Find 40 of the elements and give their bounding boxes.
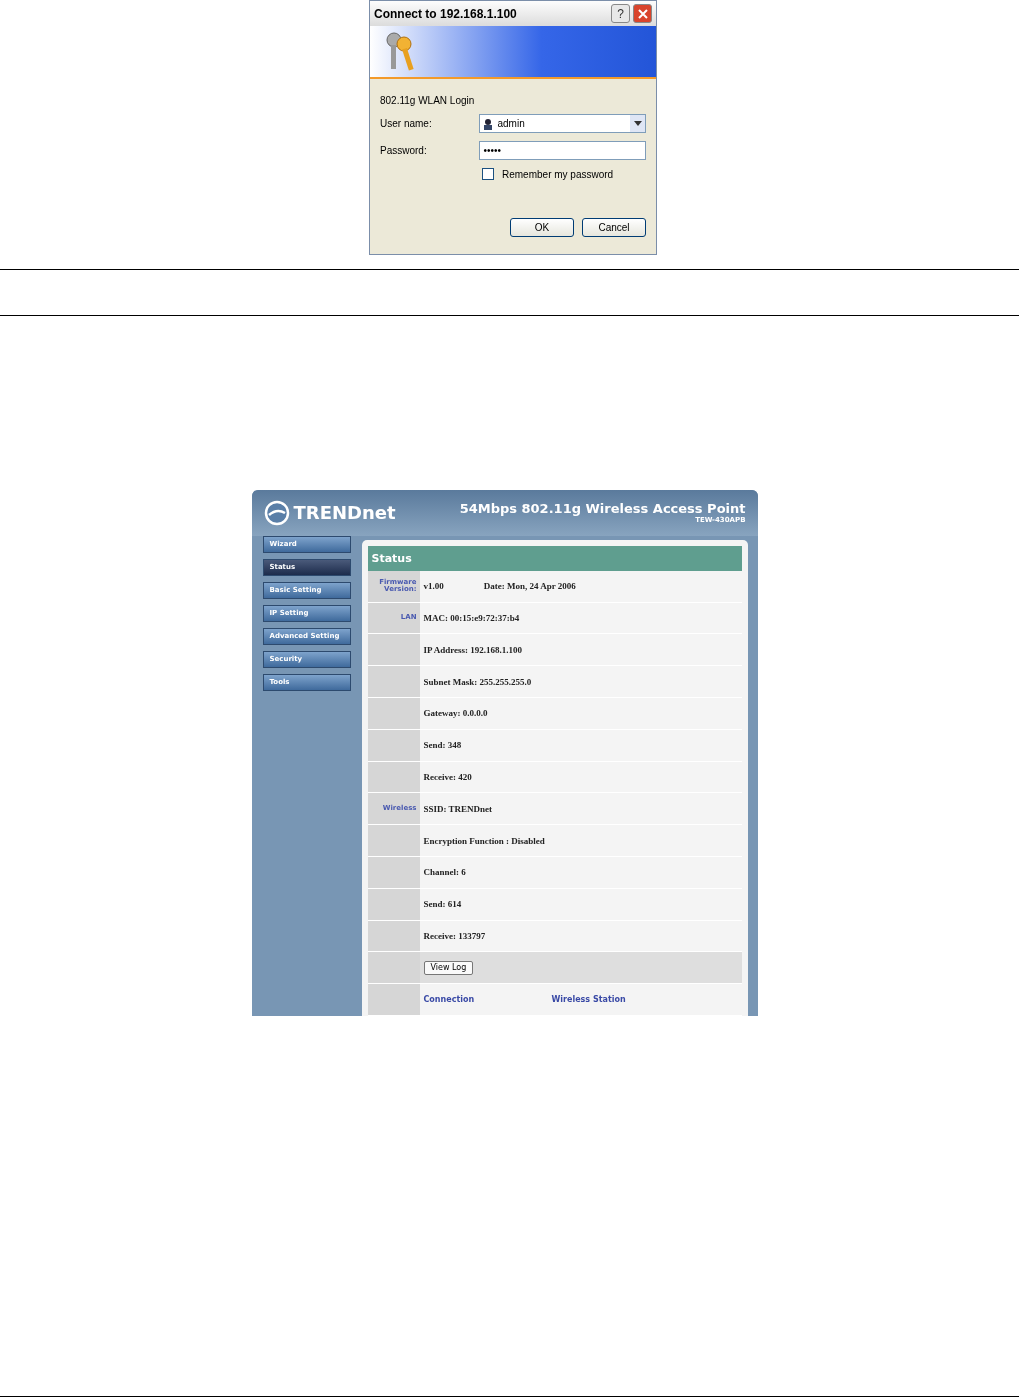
username-field[interactable]: admin: [479, 114, 646, 133]
status-value: Receive: 133797: [423, 931, 486, 941]
brand-name: TRENDnet: [293, 502, 396, 524]
status-value: Encryption Function : Disabled: [423, 835, 545, 846]
date-value: Date: Mon, 24 Apr 2006: [483, 581, 576, 592]
label-cell: [367, 857, 420, 888]
close-button[interactable]: [633, 4, 652, 23]
window-title: Connect to 192.168.1.100: [374, 6, 518, 21]
status-value: MAC: 00:15:e9:72:37:b4: [423, 613, 520, 624]
label-cell: [367, 698, 420, 729]
user-icon: [483, 117, 494, 130]
logo-icon: [263, 499, 290, 526]
username-label: User name:: [380, 118, 433, 129]
column-heading: Wireless Station: [551, 995, 626, 1005]
remember-checkbox[interactable]: [482, 168, 494, 180]
label-cell: [367, 888, 420, 920]
password-field[interactable]: •••••: [479, 141, 646, 160]
cancel-button[interactable]: Cancel: [582, 218, 646, 237]
status-value: Receive: 420: [423, 772, 472, 782]
product-title: 54Mbps 802.11g Wireless Access Point: [459, 501, 746, 517]
label-cell: [367, 920, 420, 952]
status-value: IP Address: 192.168.1.100: [423, 644, 523, 655]
login-message: 802.11g WLAN Login: [380, 95, 476, 106]
status-value: Channel: 6: [423, 867, 466, 878]
password-label: Password:: [380, 145, 428, 156]
status-value: Gateway: 0.0.0.0: [423, 708, 488, 719]
view-log-button[interactable]: View Log: [423, 960, 474, 975]
status-value: Send: 348: [423, 740, 462, 751]
remember-label: Remember my password: [502, 168, 614, 180]
status-value: Subnet Mask: 255.255.255.0: [423, 676, 532, 687]
column-heading: Connection: [423, 995, 476, 1005]
status-value: Send: 614: [423, 899, 462, 910]
panel-title: Status: [367, 545, 742, 571]
label-cell: [367, 729, 420, 761]
status-value: SSID: TRENDnet: [423, 803, 493, 814]
help-button[interactable]: ?: [611, 4, 630, 23]
ok-button[interactable]: OK: [510, 218, 574, 237]
close-icon: [637, 8, 648, 19]
status-value: v1.00: [423, 581, 444, 592]
label-cell: [367, 666, 420, 698]
